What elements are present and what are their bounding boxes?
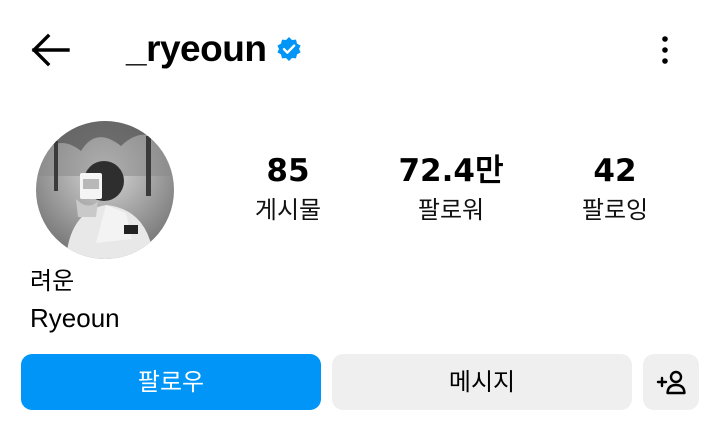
verified-badge-icon bbox=[277, 37, 301, 61]
person-add-icon bbox=[656, 370, 686, 395]
posts-count: 85 bbox=[266, 153, 310, 189]
following-label: 팔로잉 bbox=[581, 196, 649, 224]
message-button[interactable]: 메시지 bbox=[332, 354, 632, 410]
more-options-button[interactable] bbox=[650, 30, 680, 70]
following-count: 42 bbox=[593, 153, 637, 189]
stat-posts[interactable]: 85 게시물 bbox=[218, 150, 358, 228]
profile-photo bbox=[36, 121, 174, 259]
follow-button[interactable]: 팔로우 bbox=[21, 354, 321, 410]
display-name: 려운 bbox=[30, 267, 75, 295]
more-vertical-icon bbox=[662, 36, 668, 64]
back-button[interactable] bbox=[26, 30, 72, 70]
suggest-accounts-button[interactable] bbox=[643, 354, 699, 410]
posts-label: 게시물 bbox=[254, 196, 322, 224]
stat-following[interactable]: 42 팔로잉 bbox=[545, 150, 685, 228]
arrow-left-icon bbox=[31, 33, 70, 67]
followers-label: 팔로워 bbox=[417, 196, 485, 224]
profile-avatar[interactable] bbox=[36, 121, 174, 259]
bio-name: Ryeoun bbox=[30, 303, 120, 333]
followers-count: 72.4만 bbox=[398, 153, 504, 189]
profile-username: _ryeoun bbox=[126, 28, 267, 69]
stat-followers[interactable]: 72.4만 팔로워 bbox=[381, 150, 521, 228]
profile-header: _ryeoun bbox=[0, 0, 720, 100]
